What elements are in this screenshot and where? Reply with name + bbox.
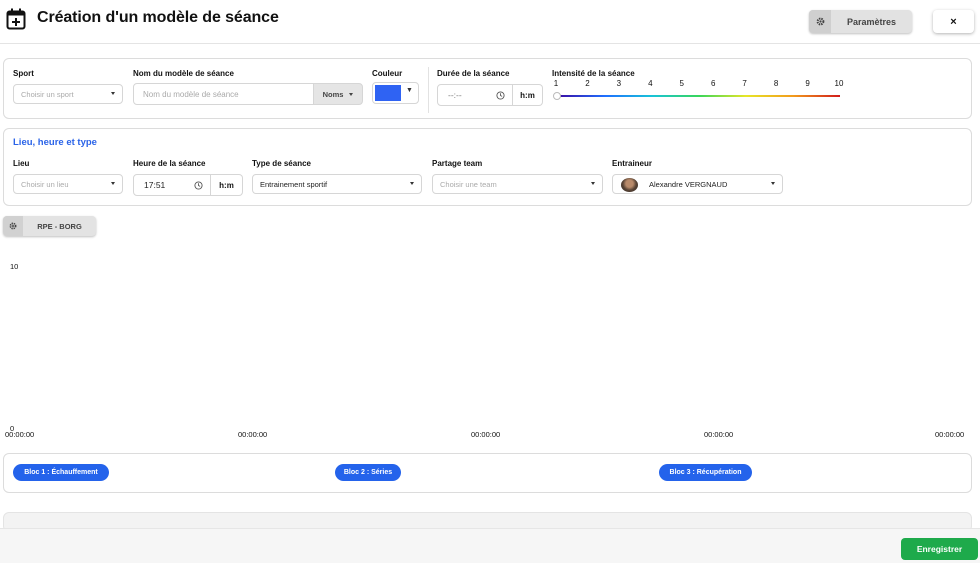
color-label: Couleur — [372, 69, 403, 78]
team-label: Partage team — [432, 159, 483, 168]
color-picker[interactable]: ▼ — [372, 82, 419, 104]
chevron-down-icon — [410, 182, 414, 185]
parameters-label: Paramètres — [846, 16, 897, 27]
clock-icon — [194, 181, 203, 190]
x-tick-label: 00:00:00 — [704, 430, 734, 439]
chevron-down-icon — [111, 92, 115, 95]
chevron-down-icon — [771, 182, 775, 185]
rpe-borg-label: RPE - BORG — [37, 221, 82, 231]
header: Création d'un modèle de séance Paramètre… — [0, 0, 980, 44]
parameters-button[interactable]: Paramètres — [809, 10, 912, 33]
type-select[interactable]: Entrainement sportif — [252, 174, 422, 194]
section-title: Lieu, heure et type — [13, 137, 97, 148]
coach-value: Alexandre VERGNAUD — [649, 179, 728, 189]
names-dropdown-button[interactable]: Noms — [313, 83, 363, 105]
general-card: Sport Choisir un sport Nom du modèle de … — [3, 58, 972, 119]
bloc-warmup[interactable]: Bloc 1 : Échauffement — [13, 464, 109, 481]
time-label: Heure de la séance — [133, 159, 206, 168]
type-label: Type de séance — [252, 159, 311, 168]
team-placeholder: Choisir une team — [440, 179, 497, 189]
x-tick-label: 00:00:00 — [238, 430, 268, 439]
time-value: 17:51 — [144, 180, 166, 190]
x-tick-label: 00:00:00 — [471, 430, 501, 439]
bloc-recovery[interactable]: Bloc 3 : Récupération — [659, 464, 752, 481]
gear-icon — [3, 216, 23, 236]
duration-input[interactable]: --:-- — [437, 84, 513, 106]
intensity-tick: 3 — [616, 79, 622, 88]
sport-select[interactable]: Choisir un sport — [13, 84, 123, 104]
names-label: Noms — [322, 89, 344, 99]
intensity-tick: 10 — [834, 79, 844, 88]
x-tick-label: 00:00:00 — [935, 430, 965, 439]
color-swatch — [375, 85, 401, 101]
footer: Enregistrer — [0, 528, 980, 563]
coach-label: Entraineur — [612, 159, 653, 168]
intensity-track[interactable] — [558, 95, 840, 97]
intensity-tick: 5 — [679, 79, 684, 88]
calendar-add-icon — [6, 8, 26, 30]
chevron-down-icon: ▼ — [406, 87, 413, 94]
intensity-tick: 6 — [710, 79, 716, 88]
chevron-down-icon — [111, 182, 115, 185]
place-label: Lieu — [13, 159, 30, 168]
intensity-tick: 1 — [553, 79, 559, 88]
intensity-tick: 8 — [773, 79, 779, 88]
clock-icon — [496, 91, 505, 100]
time-input[interactable]: 17:51 — [133, 174, 211, 196]
team-select[interactable]: Choisir une team — [432, 174, 603, 194]
rpe-borg-button[interactable]: RPE - BORG — [3, 216, 96, 236]
place-select[interactable]: Choisir un lieu — [13, 174, 123, 194]
sport-placeholder: Choisir un sport — [21, 89, 74, 99]
blocs-card: Bloc 1 : Échauffement Bloc 2 : Séries Bl… — [3, 453, 972, 493]
x-tick-label: 00:00:00 — [5, 430, 35, 439]
place-placeholder: Choisir un lieu — [21, 179, 69, 189]
bloc-series[interactable]: Bloc 2 : Séries — [335, 464, 401, 481]
intensity-tick: 9 — [805, 79, 810, 88]
name-placeholder: Nom du modèle de séance — [143, 89, 239, 99]
sport-label: Sport — [13, 69, 34, 78]
type-value: Entrainement sportif — [260, 179, 328, 189]
intensity-tick: 7 — [742, 79, 747, 88]
close-button[interactable]: × — [933, 10, 974, 33]
avatar — [621, 178, 638, 192]
chevron-down-icon — [349, 92, 354, 96]
intensity-label: Intensité de la séance — [552, 69, 635, 78]
divider — [428, 67, 429, 113]
intensity-tick: 4 — [648, 79, 653, 88]
time-unit: h:m — [211, 174, 243, 196]
y-tick-label: 10 — [10, 262, 19, 271]
save-button[interactable]: Enregistrer — [901, 538, 978, 560]
location-card: Lieu, heure et type Lieu Choisir un lieu… — [3, 128, 972, 206]
duration-value: --:-- — [448, 90, 462, 100]
intensity-slider-handle[interactable] — [553, 92, 561, 100]
name-input[interactable]: Nom du modèle de séance — [133, 83, 314, 105]
duration-label: Durée de la séance — [437, 69, 510, 78]
duration-unit: h:m — [513, 84, 543, 106]
intensity-tick: 2 — [585, 79, 590, 88]
coach-select[interactable]: Alexandre VERGNAUD — [612, 174, 783, 194]
name-label: Nom du modèle de séance — [133, 69, 234, 78]
chevron-down-icon — [591, 182, 595, 185]
page-title: Création d'un modèle de séance — [37, 9, 279, 26]
gear-icon — [809, 10, 831, 33]
